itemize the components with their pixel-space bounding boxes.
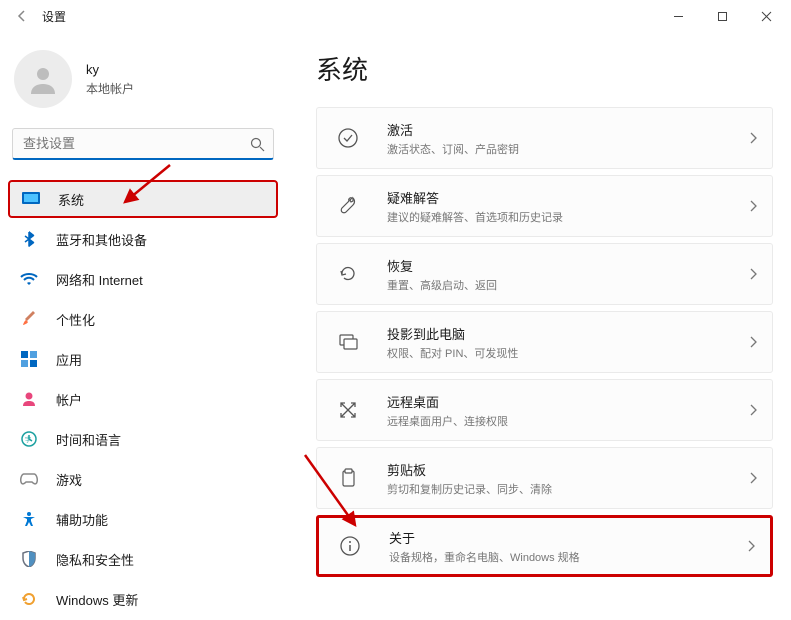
time-language-icon: 字 bbox=[20, 430, 38, 448]
sidebar-item-personalization[interactable]: 个性化 bbox=[8, 300, 278, 338]
chevron-right-icon bbox=[748, 336, 758, 348]
card-subtitle: 权限、配对 PIN、可发现性 bbox=[387, 345, 748, 361]
profile-subtitle: 本地帐户 bbox=[86, 80, 134, 97]
chevron-right-icon bbox=[746, 540, 756, 552]
remote-icon bbox=[335, 397, 361, 423]
nav-label: 应用 bbox=[56, 350, 82, 369]
chevron-right-icon bbox=[748, 404, 758, 416]
nav-label: 游戏 bbox=[56, 470, 82, 489]
card-subtitle: 剪切和复制历史记录、同步、清除 bbox=[387, 481, 748, 497]
card-troubleshoot[interactable]: 疑难解答 建议的疑难解答、首选项和历史记录 bbox=[316, 175, 773, 237]
clipboard-icon bbox=[335, 465, 361, 491]
info-icon bbox=[337, 533, 363, 559]
maximize-button[interactable] bbox=[701, 2, 743, 30]
nav-label: 网络和 Internet bbox=[56, 270, 143, 289]
avatar bbox=[14, 50, 72, 108]
brush-icon bbox=[20, 310, 38, 328]
chevron-right-icon bbox=[748, 472, 758, 484]
wrench-icon bbox=[335, 193, 361, 219]
window-title: 设置 bbox=[42, 8, 66, 25]
card-title: 剪贴板 bbox=[387, 460, 748, 479]
shield-icon bbox=[20, 550, 38, 568]
card-about[interactable]: 关于 设备规格，重命名电脑、Windows 规格 bbox=[316, 515, 773, 577]
nav-label: Windows 更新 bbox=[56, 590, 138, 609]
chevron-right-icon bbox=[748, 200, 758, 212]
game-icon bbox=[20, 470, 38, 488]
apps-icon bbox=[20, 350, 38, 368]
back-button[interactable] bbox=[8, 2, 36, 30]
sidebar-item-accessibility[interactable]: 辅助功能 bbox=[8, 500, 278, 538]
wifi-icon bbox=[20, 270, 38, 288]
nav-label: 辅助功能 bbox=[56, 510, 108, 529]
recovery-icon bbox=[335, 261, 361, 287]
sidebar-item-privacy[interactable]: 隐私和安全性 bbox=[8, 540, 278, 578]
search-input[interactable] bbox=[12, 128, 274, 160]
search-icon[interactable] bbox=[246, 133, 268, 155]
bluetooth-icon bbox=[20, 230, 38, 248]
sidebar-item-apps[interactable]: 应用 bbox=[8, 340, 278, 378]
chevron-right-icon bbox=[748, 268, 758, 280]
update-icon bbox=[20, 590, 38, 608]
card-subtitle: 设备规格，重命名电脑、Windows 规格 bbox=[389, 549, 746, 565]
chevron-right-icon bbox=[748, 132, 758, 144]
sidebar-item-system[interactable]: 系统 bbox=[8, 180, 278, 218]
card-title: 激活 bbox=[387, 120, 748, 139]
project-icon bbox=[335, 329, 361, 355]
card-clipboard[interactable]: 剪贴板 剪切和复制历史记录、同步、清除 bbox=[316, 447, 773, 509]
search-container bbox=[12, 128, 274, 160]
accessibility-icon bbox=[20, 510, 38, 528]
card-title: 疑难解答 bbox=[387, 188, 748, 207]
person-icon bbox=[20, 390, 38, 408]
card-subtitle: 远程桌面用户、连接权限 bbox=[387, 413, 748, 429]
title-bar: 设置 bbox=[0, 0, 791, 32]
card-subtitle: 重置、高级启动、返回 bbox=[387, 277, 748, 293]
nav-label: 隐私和安全性 bbox=[56, 550, 134, 569]
system-icon bbox=[22, 190, 40, 208]
nav-label: 时间和语言 bbox=[56, 430, 121, 449]
card-remote-desktop[interactable]: 远程桌面 远程桌面用户、连接权限 bbox=[316, 379, 773, 441]
nav-label: 系统 bbox=[58, 190, 84, 209]
card-subtitle: 建议的疑难解答、首选项和历史记录 bbox=[387, 209, 748, 225]
card-subtitle: 激活状态、订阅、产品密钥 bbox=[387, 141, 748, 157]
card-recovery[interactable]: 恢复 重置、高级启动、返回 bbox=[316, 243, 773, 305]
sidebar-item-time-language[interactable]: 字 时间和语言 bbox=[8, 420, 278, 458]
nav-label: 帐户 bbox=[56, 390, 82, 409]
page-title: 系统 bbox=[316, 50, 773, 87]
card-project[interactable]: 投影到此电脑 权限、配对 PIN、可发现性 bbox=[316, 311, 773, 373]
sidebar-item-gaming[interactable]: 游戏 bbox=[8, 460, 278, 498]
svg-text:字: 字 bbox=[25, 436, 31, 444]
card-activation[interactable]: 激活 激活状态、订阅、产品密钥 bbox=[316, 107, 773, 169]
settings-cards: 激活 激活状态、订阅、产品密钥 疑难解答 建议的疑难解答、首选项和历史记录 bbox=[316, 107, 773, 577]
card-title: 恢复 bbox=[387, 256, 748, 275]
check-circle-icon bbox=[335, 125, 361, 151]
sidebar-item-update[interactable]: Windows 更新 bbox=[8, 580, 278, 618]
card-title: 远程桌面 bbox=[387, 392, 748, 411]
window-controls bbox=[657, 2, 791, 30]
content-area: 系统 激活 激活状态、订阅、产品密钥 疑难解答 建议的疑难解答、首选项和历史 bbox=[290, 32, 791, 620]
sidebar-item-accounts[interactable]: 帐户 bbox=[8, 380, 278, 418]
profile-name: ky bbox=[86, 61, 134, 79]
profile-section[interactable]: ky 本地帐户 bbox=[8, 50, 278, 108]
card-title: 投影到此电脑 bbox=[387, 324, 748, 343]
sidebar: ky 本地帐户 系统 蓝牙和其他设备 bbox=[0, 32, 290, 620]
sidebar-item-bluetooth[interactable]: 蓝牙和其他设备 bbox=[8, 220, 278, 258]
nav-label: 蓝牙和其他设备 bbox=[56, 230, 147, 249]
nav-list: 系统 蓝牙和其他设备 网络和 Internet 个性化 bbox=[8, 180, 278, 618]
sidebar-item-network[interactable]: 网络和 Internet bbox=[8, 260, 278, 298]
card-title: 关于 bbox=[389, 528, 746, 547]
close-button[interactable] bbox=[745, 2, 787, 30]
nav-label: 个性化 bbox=[56, 310, 95, 329]
minimize-button[interactable] bbox=[657, 2, 699, 30]
